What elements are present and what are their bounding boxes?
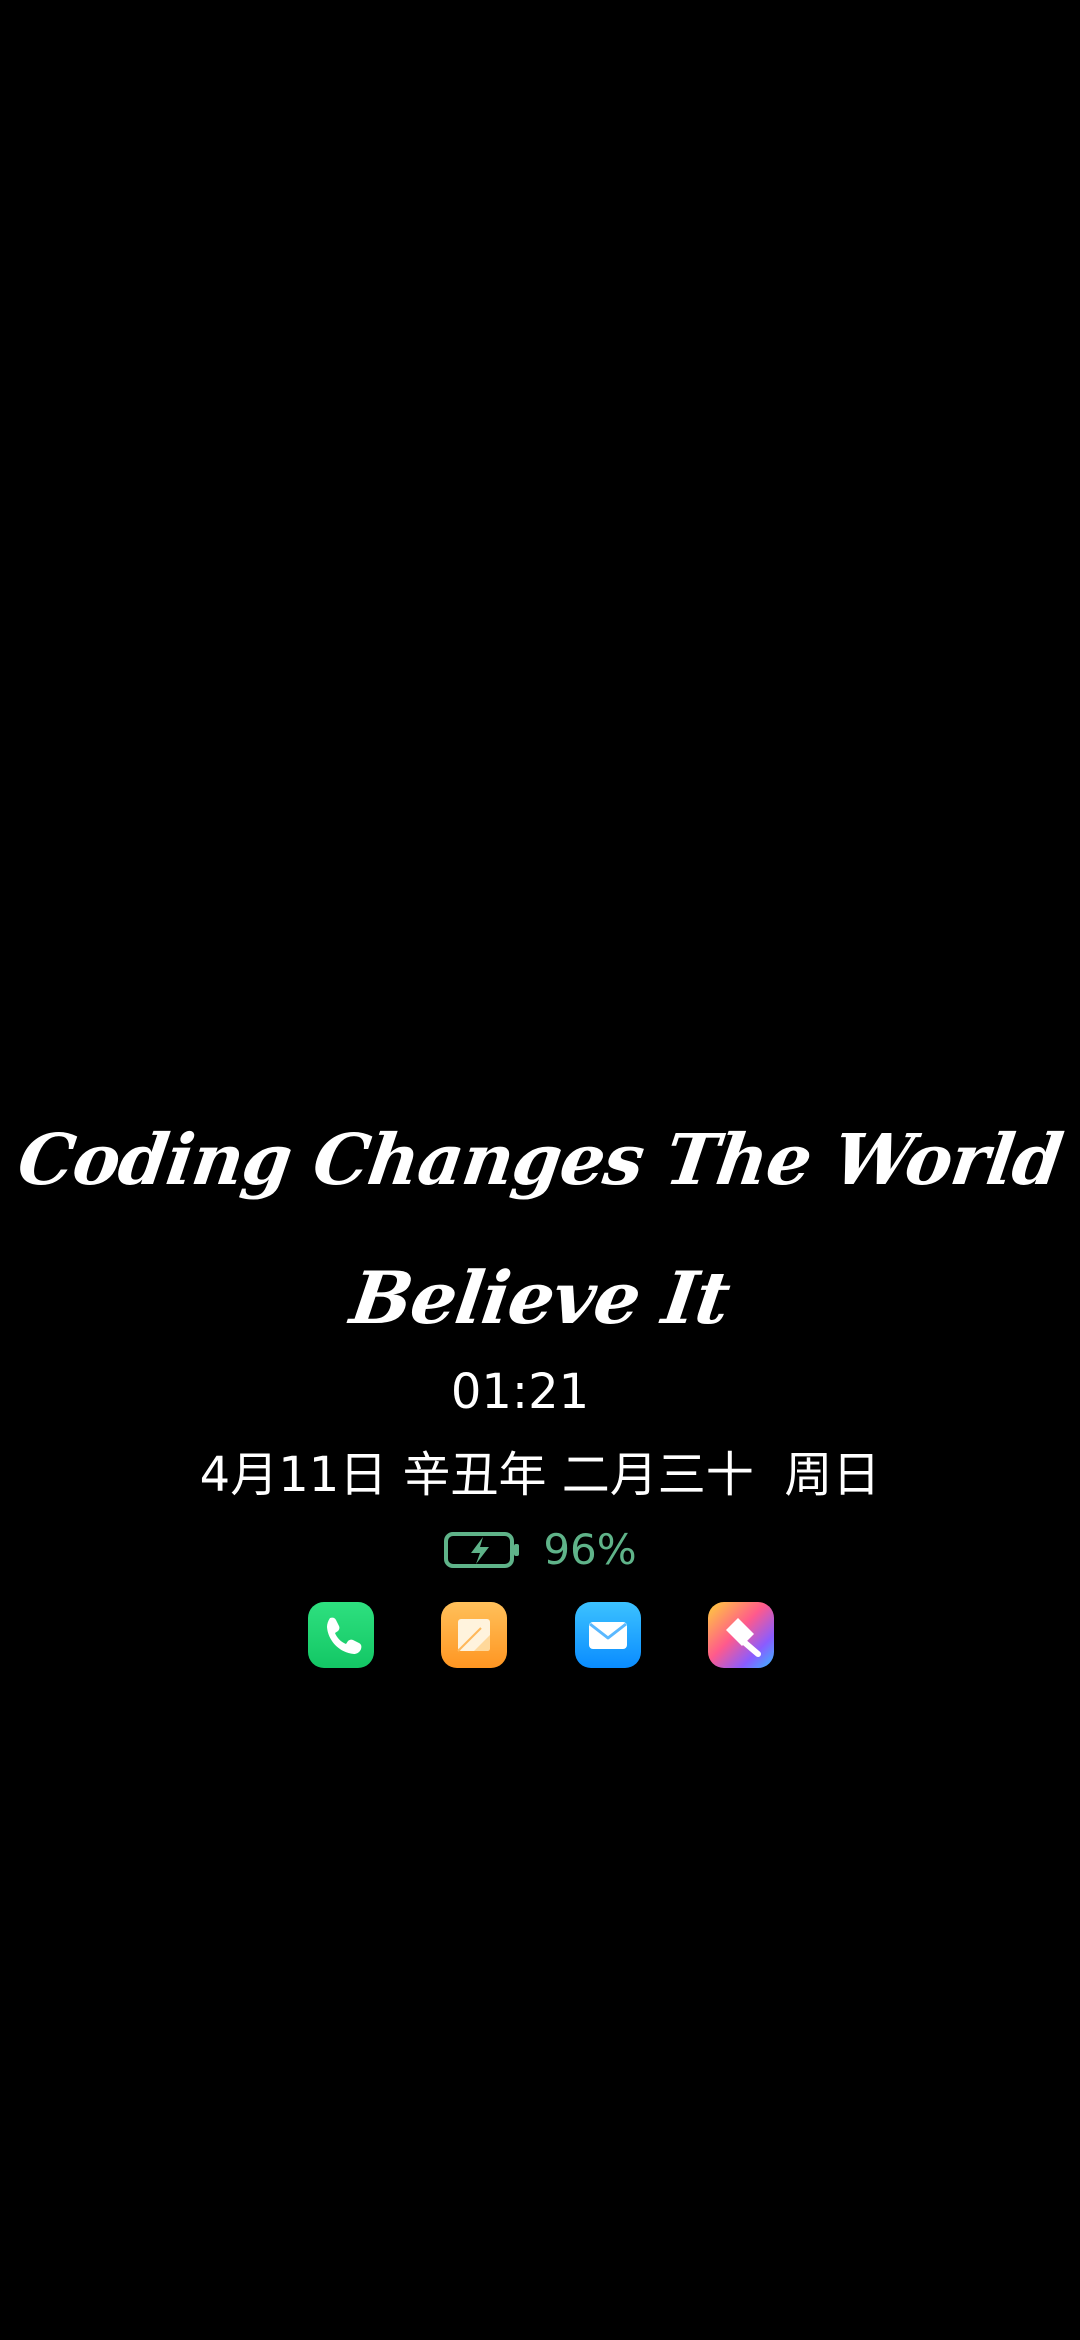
theme-brush-icon [725,1618,761,1657]
battery-status: 96% [0,1525,1080,1575]
battery-charging-icon [444,1532,520,1568]
notes-app-shortcut[interactable] [441,1602,508,1668]
battery-percent: 96% [543,1525,637,1574]
phone-icon [327,1617,362,1654]
mail-app-shortcut[interactable] [574,1602,641,1668]
motto-line-1: Coding Changes The World [13,1118,1067,1201]
notes-icon [457,1619,491,1652]
always-on-display: Coding Changes The World Believe It 01:2… [0,0,1080,2340]
clock-time: 01:21 [450,1364,590,1420]
shortcut-dock [308,1602,774,1668]
mail-icon [588,1622,627,1649]
phone-app-shortcut[interactable] [308,1602,374,1668]
themes-app-shortcut[interactable] [707,1602,774,1668]
motto-line-2: Believe It [345,1255,735,1340]
date-lunar-weekday: 4月11日 辛丑年 二月三十 周日 [199,1447,881,1503]
